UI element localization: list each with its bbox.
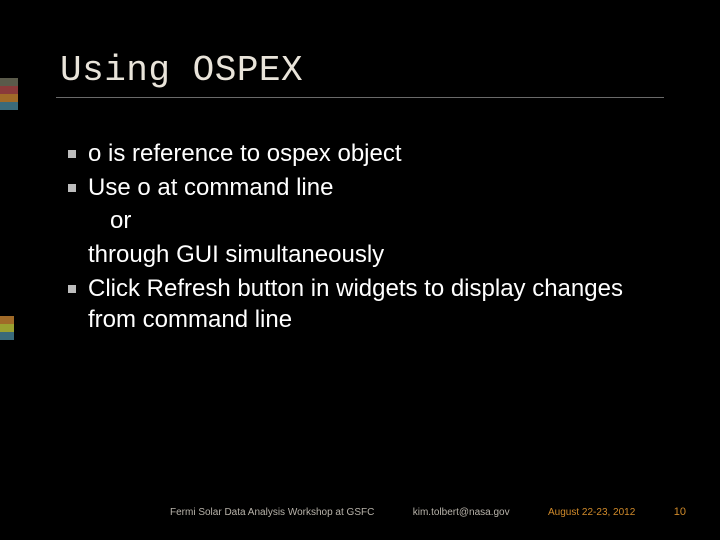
accent-block <box>0 316 14 324</box>
accent-stripe-top <box>0 78 18 110</box>
title-underline <box>56 97 664 98</box>
list-item-text: Click Refresh button in widgets to displ… <box>88 275 623 334</box>
footer-venue: Fermi Solar Data Analysis Workshop at GS… <box>170 507 374 518</box>
list-item: through GUI simultaneously <box>88 239 660 271</box>
accent-block <box>0 86 18 94</box>
accent-block <box>0 332 14 340</box>
slide: Using OSPEX o is reference to ospex obje… <box>0 0 720 540</box>
list-item: o is reference to ospex object <box>88 138 660 170</box>
footer-date: August 22-23, 2012 <box>548 507 635 518</box>
footer: Fermi Solar Data Analysis Workshop at GS… <box>0 506 720 518</box>
list-item-text: o is reference to ospex object <box>88 140 402 167</box>
list-item: Use o at command line <box>88 172 660 204</box>
accent-block <box>0 324 14 332</box>
accent-block <box>0 102 18 110</box>
footer-email: kim.tolbert@nasa.gov <box>413 507 510 518</box>
list-item-text: Use o at command line <box>88 174 333 201</box>
accent-stripe-mid <box>0 316 14 340</box>
list-item-text: or <box>110 207 131 234</box>
bullet-list: o is reference to ospex object Use o at … <box>60 138 660 336</box>
list-item: Click Refresh button in widgets to displ… <box>88 273 660 336</box>
accent-block <box>0 78 18 86</box>
list-item: or <box>88 205 660 237</box>
slide-title: Using OSPEX <box>60 50 660 91</box>
list-item-text: through GUI simultaneously <box>88 241 384 268</box>
accent-block <box>0 94 18 102</box>
page-number: 10 <box>674 506 686 518</box>
